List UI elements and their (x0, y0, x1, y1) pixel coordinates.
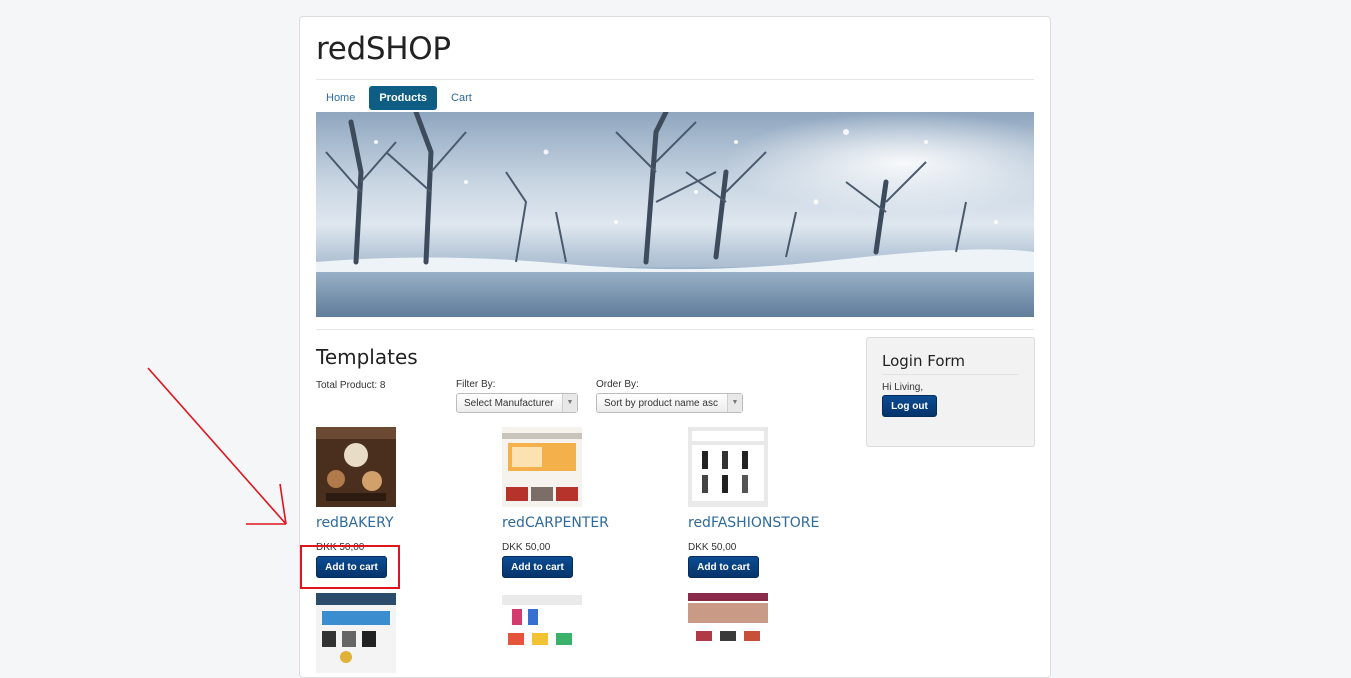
shoes-thumbnail (688, 593, 768, 673)
product-card: redBAKERY DKK 50,00 Add to cart (316, 427, 486, 578)
product-name[interactable]: redCARPENTER (502, 515, 609, 531)
login-divider (882, 374, 1018, 375)
main-nav: Home Products Cart (316, 86, 482, 110)
manufacturer-filter-value: Select Manufacturer (464, 398, 554, 409)
bakery-thumbnail (316, 427, 396, 507)
product-price: DKK 50,00 (502, 542, 551, 553)
login-greeting: Hi Living, (882, 382, 924, 393)
annotation-highlight-box (300, 545, 400, 589)
winter-banner-image (316, 112, 1034, 317)
total-products: Total Product: 8 (316, 380, 386, 391)
content-divider (316, 329, 1034, 330)
carpenter-thumbnail (502, 427, 582, 507)
login-form-module: Login Form Hi Living, Log out (866, 337, 1035, 447)
product-card: redFASHIONSTORE DKK 50,00 Add to cart (688, 427, 858, 578)
gadgets-thumbnail (316, 593, 396, 673)
chevron-down-icon: ▼ (727, 394, 742, 412)
page-container: redSHOP Home Products Cart Templates Tot… (299, 16, 1051, 678)
chevron-down-icon: ▼ (562, 394, 577, 412)
product-name[interactable]: redBAKERY (316, 515, 394, 531)
banner-scene (316, 112, 1034, 317)
add-to-cart-button[interactable]: Add to cart (502, 556, 573, 578)
product-name[interactable]: redFASHIONSTORE (688, 515, 819, 531)
product-image[interactable] (502, 593, 582, 673)
order-by-select[interactable]: Sort by product name asc ▼ (596, 393, 743, 413)
product-image[interactable] (502, 427, 582, 507)
nav-products[interactable]: Products (369, 86, 438, 110)
product-image[interactable] (316, 593, 396, 673)
nav-home[interactable]: Home (316, 86, 365, 110)
kids-thumbnail (502, 593, 582, 673)
product-image[interactable] (316, 427, 396, 507)
product-price: DKK 50,00 (688, 542, 737, 553)
logout-button[interactable]: Log out (882, 395, 937, 417)
product-image[interactable] (688, 593, 768, 673)
product-image[interactable] (688, 427, 768, 507)
annotation-arrow-icon (147, 367, 287, 525)
nav-cart[interactable]: Cart (441, 86, 482, 110)
add-to-cart-button[interactable]: Add to cart (688, 556, 759, 578)
header-divider (316, 79, 1034, 80)
fashionstore-thumbnail (688, 427, 768, 507)
filter-label: Filter By: (456, 379, 496, 390)
order-by-value: Sort by product name asc (604, 398, 718, 409)
category-title: Templates (316, 345, 418, 369)
site-brand[interactable]: redSHOP (316, 31, 451, 67)
login-form-title: Login Form (882, 352, 966, 370)
product-card: redCARPENTER DKK 50,00 Add to cart (502, 427, 672, 578)
order-label: Order By: (596, 379, 639, 390)
manufacturer-filter-select[interactable]: Select Manufacturer ▼ (456, 393, 578, 413)
